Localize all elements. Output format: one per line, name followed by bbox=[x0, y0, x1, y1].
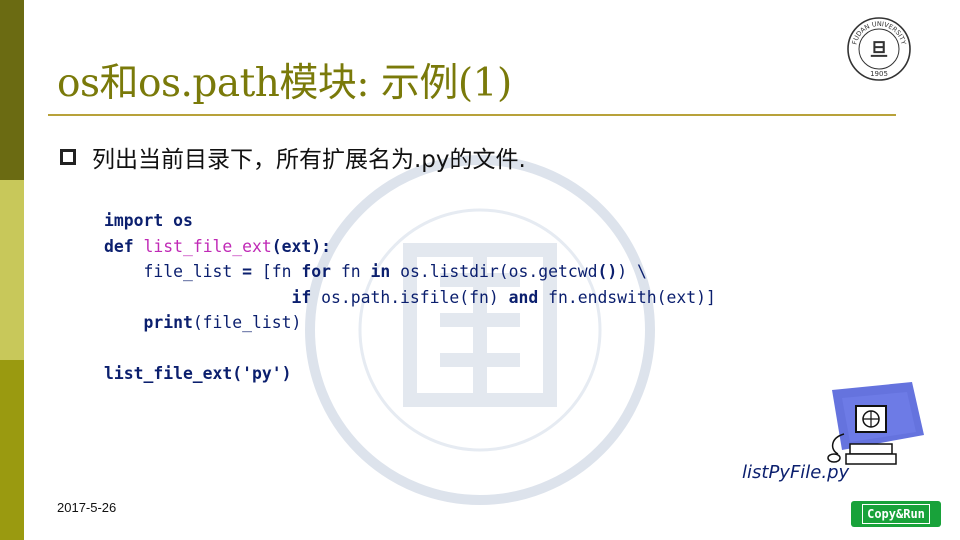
code-module: os bbox=[163, 211, 193, 230]
bullet-item: 列出当前目录下，所有扩展名为.py的文件. bbox=[60, 140, 526, 174]
sidebar-block-middle bbox=[0, 180, 24, 360]
code-keyword: for bbox=[301, 262, 331, 281]
code-keyword: import bbox=[104, 211, 164, 230]
code-keyword: in bbox=[370, 262, 391, 281]
computer-icon bbox=[827, 382, 924, 465]
code-keyword: and bbox=[508, 287, 539, 307]
code-text: ) \ bbox=[617, 262, 647, 281]
slide-date: 2017-5-26 bbox=[57, 500, 117, 515]
code-keyword: def bbox=[104, 236, 134, 256]
code-operator: = bbox=[242, 262, 253, 281]
code-text: (file_list) bbox=[192, 313, 302, 332]
code-keyword: if bbox=[291, 287, 312, 307]
code-text: file_list bbox=[104, 262, 243, 281]
fudan-university-seal-icon: FUDAN UNIVERSITY 旦 1905 bbox=[847, 17, 911, 81]
code-text: os.listdir(os.getcwd bbox=[390, 262, 598, 281]
sidebar-block-bottom bbox=[0, 360, 24, 540]
code-text: fn.endswith(ext)] bbox=[538, 287, 716, 307]
copy-run-button[interactable]: Copy&Run bbox=[851, 501, 941, 527]
logo-glyph: 旦 bbox=[870, 40, 888, 61]
bullet-text: 列出当前目录下，所有扩展名为.py的文件. bbox=[92, 147, 526, 173]
code-call: list_file_ext('py') bbox=[104, 364, 292, 383]
logo-year: 1905 bbox=[870, 70, 888, 78]
hollow-square-bullet-icon bbox=[60, 149, 76, 165]
sidebar-block-top bbox=[0, 0, 24, 180]
code-params: (ext): bbox=[271, 236, 331, 256]
code-text: fn bbox=[330, 262, 371, 281]
attachment-filename[interactable]: listPyFile.py bbox=[742, 462, 849, 483]
code-function-name: list_file_ext bbox=[143, 236, 272, 256]
copy-run-label: Copy&Run bbox=[862, 504, 930, 524]
slide-title: os和os.path模块: 示例(1) bbox=[57, 61, 512, 106]
code-keyword: print bbox=[104, 313, 193, 332]
code-parens: () bbox=[597, 262, 618, 281]
code-text: [fn bbox=[252, 262, 302, 281]
title-underline bbox=[48, 114, 896, 116]
code-text: os.path.isfile(fn) bbox=[311, 287, 509, 307]
code-block: import os def list_file_ext(ext): file_l… bbox=[104, 208, 716, 387]
